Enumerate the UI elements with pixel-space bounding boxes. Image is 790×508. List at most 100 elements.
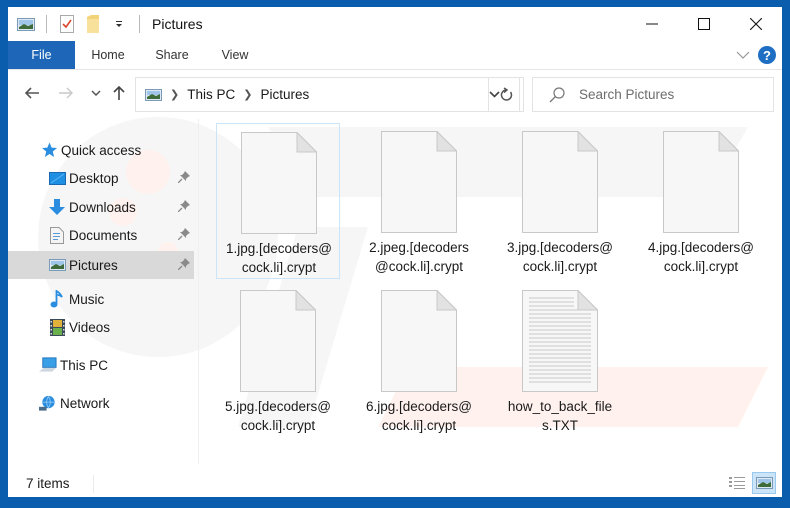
sidebar-item-network[interactable]: Network: [8, 390, 194, 416]
arrow-left-icon: [24, 87, 39, 99]
new-folder-icon[interactable]: [83, 14, 103, 34]
sidebar-item-label: Music: [69, 291, 105, 307]
sidebar-item-documents[interactable]: Documents: [8, 222, 194, 248]
desktop-icon: [48, 169, 66, 187]
blank-file-icon: [240, 290, 316, 392]
file-name: 1.jpg.[decoders@ cock.li].crypt: [225, 241, 333, 275]
customize-dropdown-icon[interactable]: [109, 14, 129, 34]
title-bar: Pictures: [8, 7, 782, 41]
file-list: 1.jpg.[decoders@ cock.li].crypt 2.jpeg.[d…: [208, 119, 782, 464]
blank-file-icon: [381, 131, 457, 233]
pin-icon[interactable]: [177, 258, 190, 273]
tab-view[interactable]: View: [203, 41, 267, 69]
sidebar-item-label: Network: [60, 395, 110, 411]
file-name: how_to_back_file s.TXT: [507, 399, 613, 433]
tab-home[interactable]: Home: [75, 41, 141, 69]
back-button[interactable]: [22, 83, 42, 103]
status-separator: [93, 475, 94, 493]
file-item[interactable]: 1.jpg.[decoders@ cock.li].crypt: [216, 123, 340, 279]
file-item[interactable]: 4.jpg.[decoders@ cock.li].crypt: [639, 123, 763, 279]
blank-file-icon: [241, 132, 317, 234]
pictures-folder-icon[interactable]: [16, 14, 36, 34]
breadcrumb-pictures[interactable]: Pictures: [260, 87, 309, 102]
sidebar-item-label: Quick access: [61, 142, 142, 158]
minimize-button[interactable]: [626, 7, 678, 41]
text-file-icon: [522, 290, 598, 392]
refresh-button[interactable]: [488, 77, 524, 112]
network-icon: [39, 394, 57, 412]
close-button[interactable]: [730, 7, 782, 41]
file-item[interactable]: 3.jpg.[decoders@ cock.li].crypt: [498, 123, 622, 279]
pictures-location-icon: [145, 88, 162, 101]
pin-icon[interactable]: [177, 228, 190, 243]
chevron-down-icon: [736, 51, 750, 59]
sidebar-item-label: Downloads: [69, 199, 136, 215]
file-item[interactable]: 5.jpg.[decoders@ cock.li].crypt: [216, 282, 340, 438]
navigation-pane: Quick access Desktop Downloads Documents…: [8, 119, 199, 464]
expand-ribbon-button[interactable]: [736, 46, 750, 64]
separator: [139, 15, 140, 33]
videos-icon: [48, 318, 66, 336]
window-controls: [626, 7, 782, 41]
ribbon-tabs: File Home Share View ?: [8, 41, 782, 69]
sidebar-item-music[interactable]: Music: [8, 286, 194, 312]
recent-locations-button[interactable]: [86, 83, 106, 103]
large-icons-view-icon: [755, 477, 773, 489]
pictures-icon: [48, 256, 66, 274]
separator: [46, 15, 47, 33]
breadcrumb-separator[interactable]: ❯: [243, 88, 252, 101]
file-name: 2.jpeg.[decoders @cock.li].crypt: [369, 240, 469, 274]
maximize-icon: [698, 18, 710, 30]
blank-file-icon: [522, 131, 598, 233]
close-icon: [750, 18, 762, 30]
pin-icon[interactable]: [177, 200, 190, 215]
sidebar-item-quick-access[interactable]: Quick access: [8, 137, 194, 163]
computer-icon: [39, 356, 57, 374]
file-name: 4.jpg.[decoders@ cock.li].crypt: [647, 240, 755, 274]
search-icon: [549, 86, 565, 103]
chevron-down-icon: [91, 90, 101, 96]
details-view-button[interactable]: [725, 472, 749, 494]
search-box[interactable]: Search Pictures: [532, 77, 774, 112]
refresh-icon: [500, 87, 513, 101]
address-row: ❯ This PC ❯ Pictures Search Pictures: [8, 73, 782, 113]
sidebar-item-pictures[interactable]: Pictures: [8, 251, 194, 279]
pin-icon[interactable]: [177, 171, 190, 186]
address-bar[interactable]: ❯ This PC ❯ Pictures: [135, 77, 520, 112]
large-icons-view-button[interactable]: [752, 472, 776, 494]
up-button[interactable]: [109, 83, 129, 103]
arrow-up-icon: [113, 85, 125, 100]
blank-file-icon: [381, 290, 457, 392]
ribbon-divider: [8, 69, 782, 70]
breadcrumb-separator[interactable]: ❯: [170, 88, 179, 101]
status-bar: 7 items: [8, 469, 782, 497]
nav-pane-divider[interactable]: [198, 119, 199, 464]
details-view-icon: [729, 477, 745, 489]
maximize-button[interactable]: [678, 7, 730, 41]
properties-icon[interactable]: [57, 14, 77, 34]
arrow-right-icon: [59, 87, 73, 99]
file-item[interactable]: 6.jpg.[decoders@ cock.li].crypt: [357, 282, 481, 438]
sidebar-item-this-pc[interactable]: This PC: [8, 352, 194, 378]
file-item[interactable]: 2.jpeg.[decoders @cock.li].crypt: [357, 123, 481, 279]
tab-file[interactable]: File: [8, 41, 75, 69]
quick-access-toolbar: Pictures: [8, 7, 203, 41]
sidebar-item-desktop[interactable]: Desktop: [8, 165, 194, 191]
sidebar-item-label: This PC: [60, 357, 109, 373]
sidebar-item-downloads[interactable]: Downloads: [8, 194, 194, 220]
file-item[interactable]: how_to_back_file s.TXT: [498, 282, 622, 438]
file-name: 6.jpg.[decoders@ cock.li].crypt: [365, 399, 473, 433]
sidebar-item-label: Videos: [69, 319, 111, 335]
sidebar-item-videos[interactable]: Videos: [8, 314, 194, 340]
ribbon-right-controls: ?: [736, 41, 776, 69]
download-icon: [48, 198, 66, 216]
blank-file-icon: [663, 131, 739, 233]
forward-button[interactable]: [56, 83, 76, 103]
breadcrumb-this-pc[interactable]: This PC: [187, 87, 235, 102]
help-button[interactable]: ?: [758, 46, 776, 64]
music-icon: [48, 290, 66, 308]
search-input[interactable]: Search Pictures: [579, 87, 674, 102]
tab-share[interactable]: Share: [141, 41, 203, 69]
minimize-icon: [646, 23, 658, 25]
star-icon: [40, 141, 58, 159]
